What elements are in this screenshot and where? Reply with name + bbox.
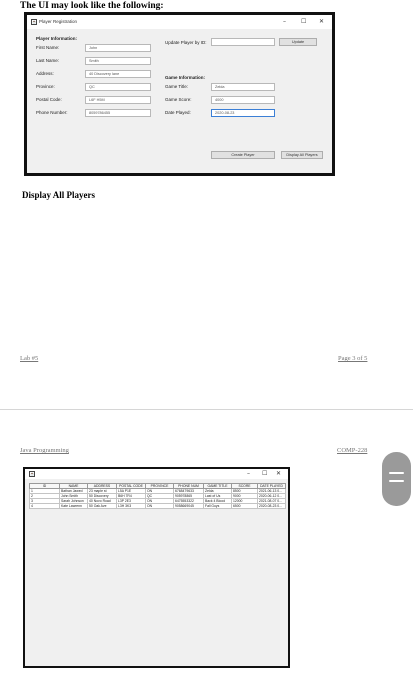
game-score-label: Game Score:: [165, 97, 192, 102]
player-registration-window: ☕ Player Registration – ☐ ✕ Player Infor…: [24, 12, 335, 176]
table-cell[interactable]: 50 Oak Ave: [87, 503, 117, 509]
address-label: Address:: [36, 71, 54, 76]
create-player-button[interactable]: Create Player: [211, 151, 275, 159]
maximize-icon[interactable]: ☐: [262, 470, 267, 477]
table-cell[interactable]: 2021-08-07 0...: [257, 498, 286, 504]
table-row[interactable]: 4 Kate Lawrenn 50 Oak Ave L3H 3K3 ON 905…: [29, 503, 286, 509]
table-cell[interactable]: 2021-06-13 0...: [257, 488, 286, 494]
last-name-field[interactable]: Smith: [85, 57, 151, 65]
column-header[interactable]: POSTAL CODE: [116, 483, 146, 489]
window-title: Player Registration: [39, 19, 78, 24]
date-played-label: Date Played:: [165, 110, 191, 115]
page-heading: The UI may look like the following:: [20, 1, 164, 11]
player-info-heading: Player Information:: [36, 36, 78, 41]
table-cell[interactable]: L3H 3K3: [116, 503, 146, 509]
first-name-label: First Name:: [36, 45, 60, 50]
table-cell[interactable]: 6500: [231, 503, 258, 509]
close-icon[interactable]: ✕: [276, 470, 281, 477]
header-course-code: COMP-228: [337, 447, 368, 454]
menu-icon-line: [389, 472, 404, 474]
title-bar: ☕ Player Registration – ☐ ✕: [27, 15, 332, 29]
footer-page-number: Page 3 of 5: [338, 355, 368, 362]
java-app-icon: ☕: [31, 19, 37, 25]
game-title-label: Game Title:: [165, 84, 189, 89]
update-player-label: Update Player by ID:: [165, 40, 207, 45]
menu-button[interactable]: [382, 452, 411, 506]
table-cell[interactable]: Fall Guys: [203, 503, 232, 509]
players-table: ID NAME ADDRESS POSTAL CODE PROVINCE PHO…: [29, 483, 286, 509]
table-cell[interactable]: Sarah Johnson: [59, 498, 88, 504]
postal-code-label: Postal Code:: [36, 97, 62, 102]
table-cell[interactable]: 2020-08-23 0...: [257, 503, 286, 509]
players-window: ☕ – ☐ ✕ ID NAME ADDRESS POSTAL CODE PROV…: [23, 467, 290, 668]
column-header[interactable]: DATE PLAYED: [257, 483, 286, 489]
address-field[interactable]: 40 Discovery lane: [85, 70, 151, 78]
table-cell[interactable]: Kate Lawrenn: [59, 503, 88, 509]
game-score-field[interactable]: 4000: [211, 96, 275, 104]
province-field[interactable]: QC: [85, 83, 151, 91]
province-label: Province:: [36, 84, 55, 89]
display-all-players-button[interactable]: Display All Players: [281, 151, 323, 159]
minimize-icon[interactable]: –: [247, 470, 250, 477]
menu-icon-line: [389, 480, 404, 482]
table-cell[interactable]: ON: [145, 503, 174, 509]
header-course-name: Java Programming: [20, 447, 69, 454]
update-button[interactable]: Update: [279, 38, 317, 46]
phone-number-label: Phone Number:: [36, 110, 68, 115]
page-divider: [0, 409, 413, 410]
column-header[interactable]: GAME TITLE: [203, 483, 232, 489]
title-bar: ☕ – ☐ ✕: [25, 469, 288, 479]
close-icon[interactable]: ✕: [319, 18, 324, 25]
phone-number-field[interactable]: 8059786455: [85, 109, 151, 117]
first-name-field[interactable]: John: [85, 44, 151, 52]
table-cell[interactable]: 2020-06-12 0...: [257, 493, 286, 499]
section-heading: Display All Players: [22, 190, 96, 200]
last-name-label: Last Name:: [36, 58, 60, 63]
maximize-icon[interactable]: ☐: [301, 18, 306, 25]
game-info-heading: Game Information:: [165, 75, 206, 80]
java-app-icon: ☕: [29, 471, 35, 477]
table-cell[interactable]: 4: [29, 503, 60, 509]
update-player-id-field[interactable]: [211, 38, 275, 46]
date-played-field[interactable]: 2020-08-23: [211, 109, 275, 117]
minimize-icon[interactable]: –: [283, 18, 286, 25]
table-cell[interactable]: 9058669045: [173, 503, 204, 509]
postal-code-field[interactable]: L6F H5M: [85, 96, 151, 104]
footer-lab: Lab #5: [20, 355, 39, 362]
game-title-field[interactable]: Zelda: [211, 83, 275, 91]
